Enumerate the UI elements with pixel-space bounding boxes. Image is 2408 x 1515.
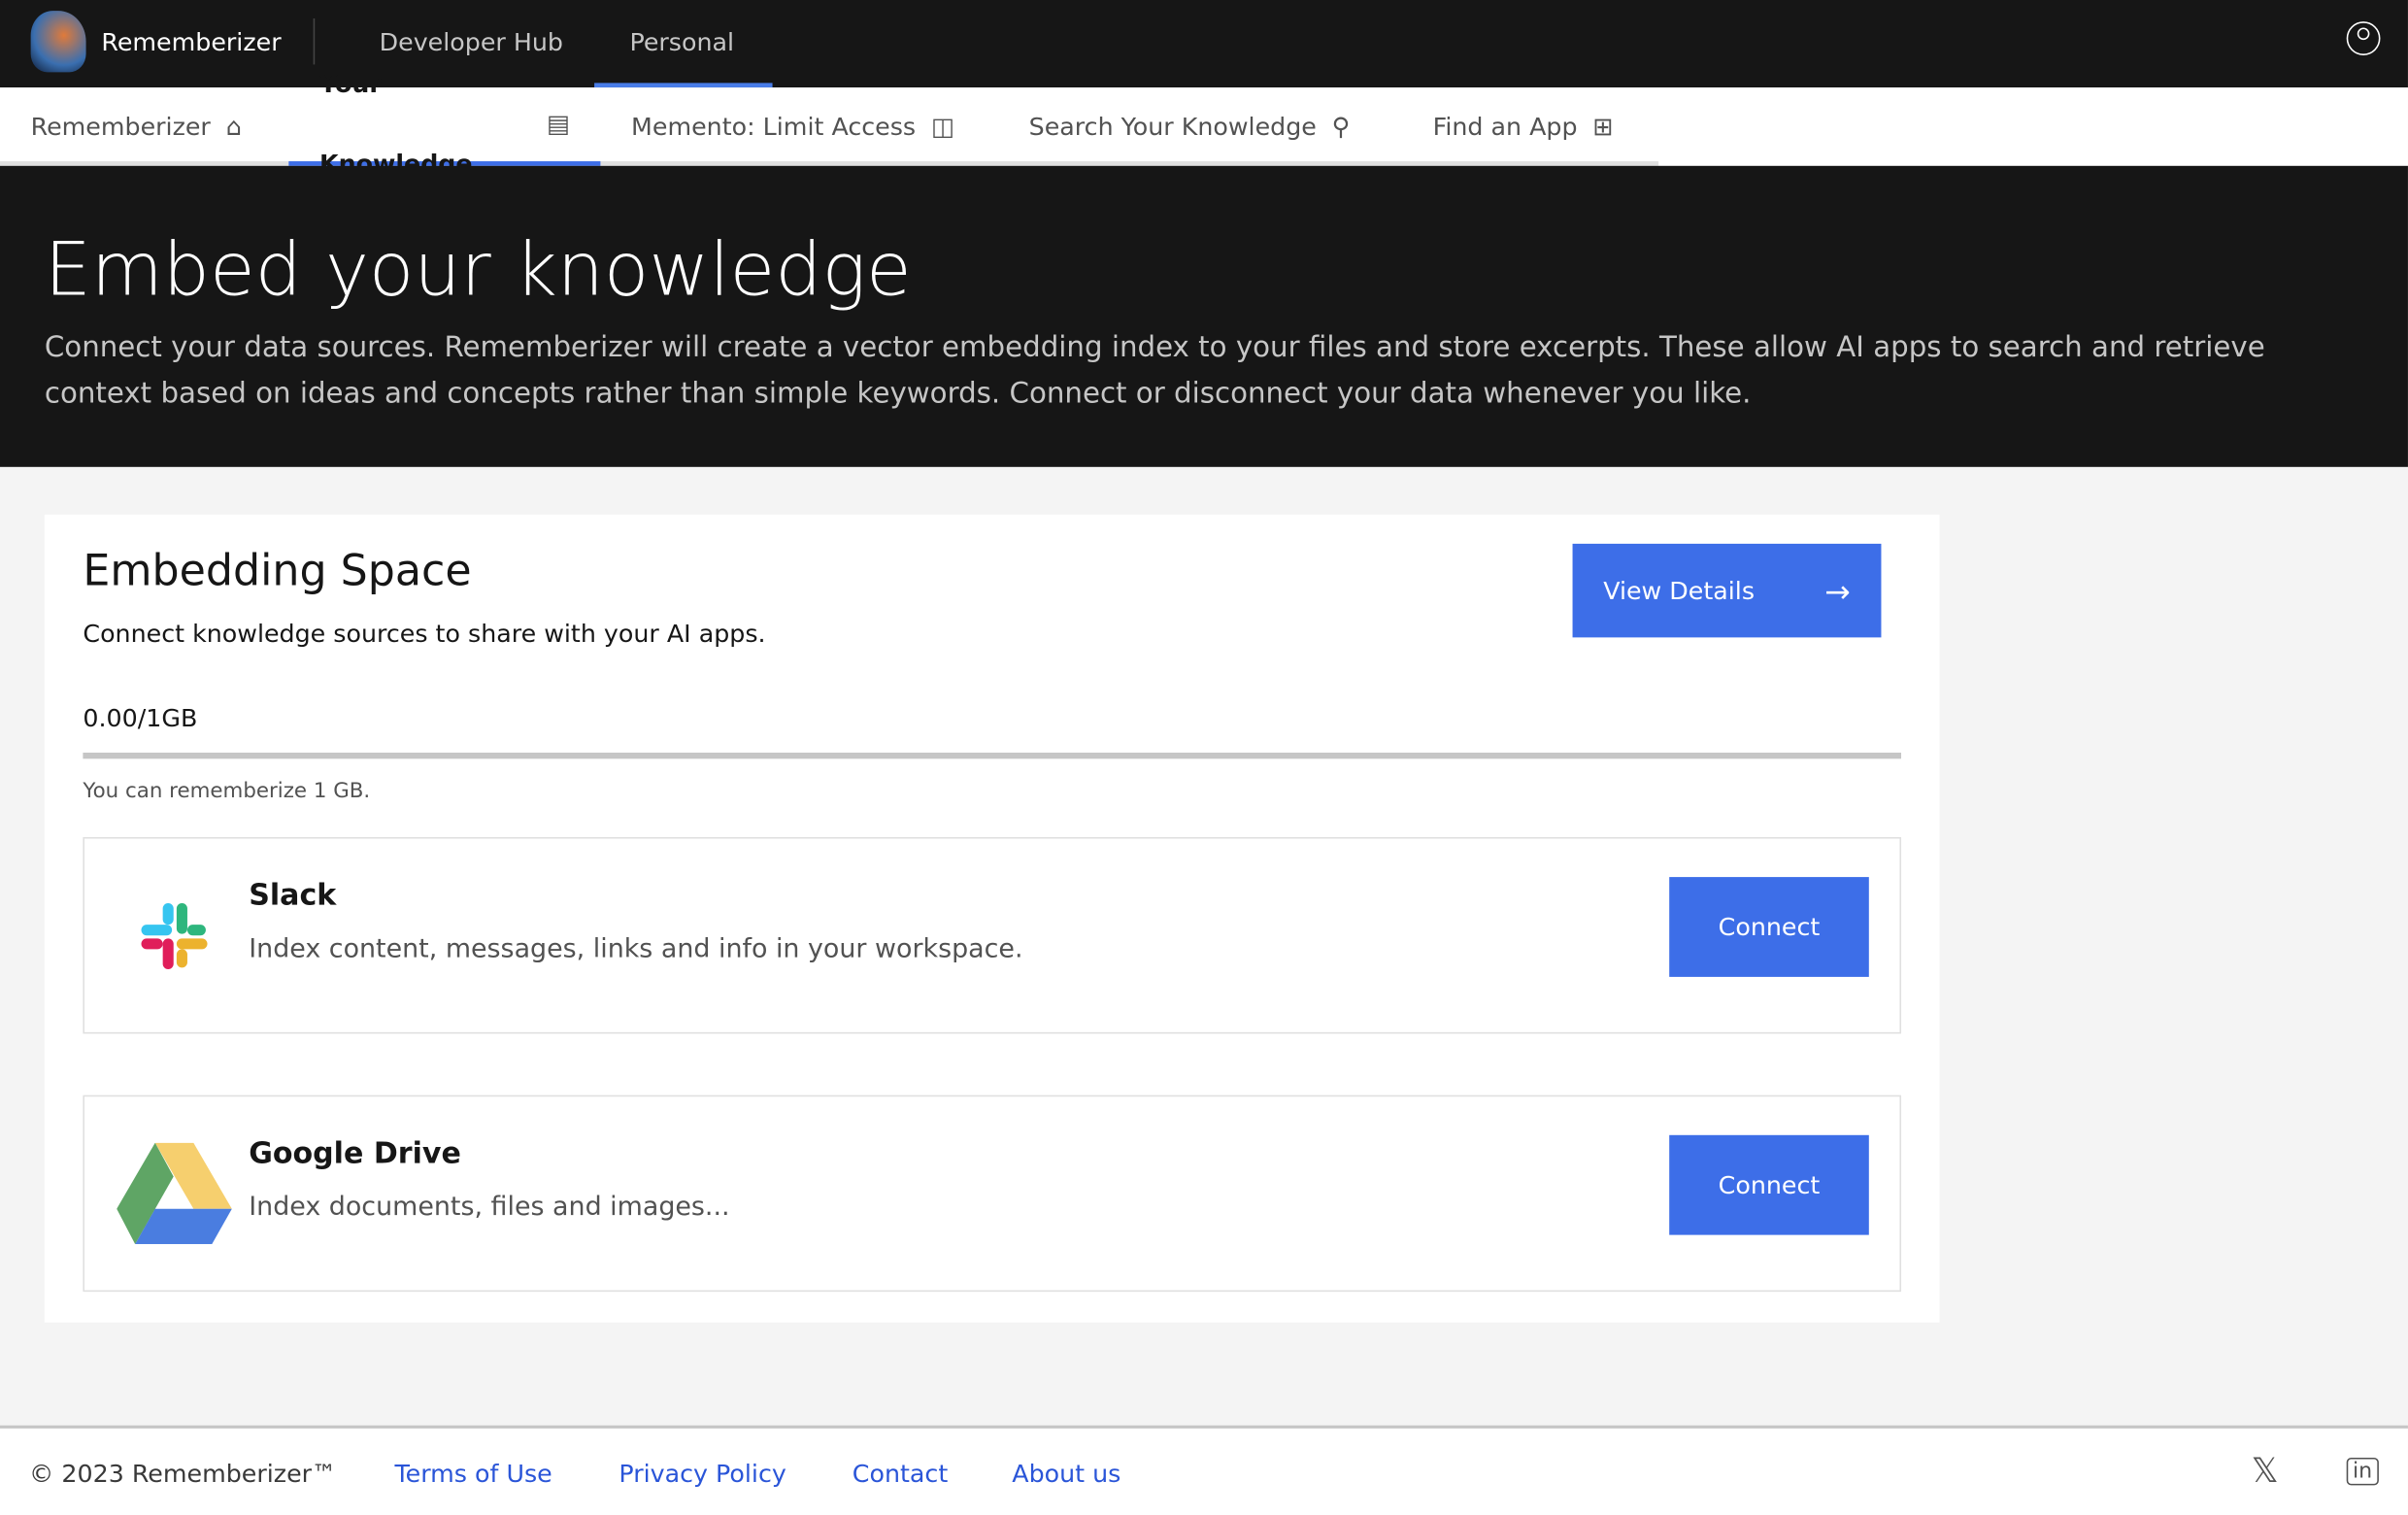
view-details-button[interactable]: View Details → <box>1573 544 1882 637</box>
tab-label: Search Your Knowledge <box>1029 86 1317 166</box>
slack-logo-icon <box>135 897 212 974</box>
tab-rememberizer[interactable]: Rememberizer⌂ <box>0 87 272 166</box>
footer: © 2023 Rememberizer™ Terms of Use Privac… <box>0 1426 2408 1515</box>
knowledge-icon: ▤ <box>547 84 570 164</box>
usage-progress-bar <box>83 753 1901 758</box>
x-twitter-icon[interactable]: 𝕏 <box>2252 1453 2279 1492</box>
tab-search-knowledge[interactable]: Search Your Knowledge⚲ <box>998 87 1381 166</box>
brand[interactable]: Rememberizer <box>31 11 282 72</box>
source-slack: Slack Index content, messages, links and… <box>83 837 1901 1033</box>
apps-icon: ⊞ <box>1592 86 1613 166</box>
about-link[interactable]: About us <box>1012 1460 1120 1489</box>
source-description: Index documents, files and images... <box>249 1192 729 1223</box>
terms-link[interactable]: Terms of Use <box>394 1460 552 1489</box>
source-description: Index content, messages, links and info … <box>249 934 1022 965</box>
card-subtitle: Connect knowledge sources to share with … <box>83 619 765 648</box>
copyright: © 2023 Rememberizer™ <box>29 1460 336 1489</box>
brain-logo-icon <box>31 11 86 72</box>
brand-name: Rememberizer <box>101 27 281 56</box>
page-description: Connect your data sources. Rememberizer … <box>45 325 2348 418</box>
tab-find-app[interactable]: Find an App⊞ <box>1402 87 1644 166</box>
card-title: Embedding Space <box>83 545 471 595</box>
button-label: View Details <box>1603 576 1755 605</box>
source-name: Google Drive <box>249 1136 461 1170</box>
hero-banner: Embed your knowledge Connect your data s… <box>0 166 2408 467</box>
nav-personal[interactable]: Personal <box>594 0 772 87</box>
divider <box>314 18 316 64</box>
user-account-icon[interactable] <box>2347 21 2381 55</box>
usage-value: 0.00/1GB <box>83 703 197 732</box>
privacy-link[interactable]: Privacy Policy <box>619 1460 786 1489</box>
arrow-right-icon: → <box>1824 572 1851 609</box>
google-drive-logo-icon <box>117 1143 232 1244</box>
home-icon: ⌂ <box>226 86 242 166</box>
tab-label: Rememberizer <box>31 86 211 166</box>
search-icon: ⚲ <box>1332 86 1351 166</box>
connect-google-drive-button[interactable]: Connect <box>1669 1135 1869 1235</box>
tab-memento[interactable]: Memento: Limit Access◫ <box>600 87 985 166</box>
tab-label: Memento: Limit Access <box>631 86 916 166</box>
source-name: Slack <box>249 879 336 913</box>
linkedin-icon[interactable]: in <box>2347 1458 2379 1485</box>
tab-your-knowledge[interactable]: Your Knowledge▤ <box>288 87 600 166</box>
page-title: Embed your knowledge <box>45 227 912 314</box>
sub-navigation: Rememberizer⌂ Your Knowledge▤ Memento: L… <box>0 87 2408 166</box>
usage-note: You can rememberize 1 GB. <box>83 779 370 803</box>
tab-label: Find an App <box>1433 86 1578 166</box>
source-google-drive: Google Drive Index documents, files and … <box>83 1095 1901 1292</box>
embedding-space-card: Embedding Space Connect knowledge source… <box>45 515 1940 1323</box>
connect-slack-button[interactable]: Connect <box>1669 877 1869 977</box>
memento-icon: ◫ <box>931 86 954 166</box>
contact-link[interactable]: Contact <box>853 1460 948 1489</box>
